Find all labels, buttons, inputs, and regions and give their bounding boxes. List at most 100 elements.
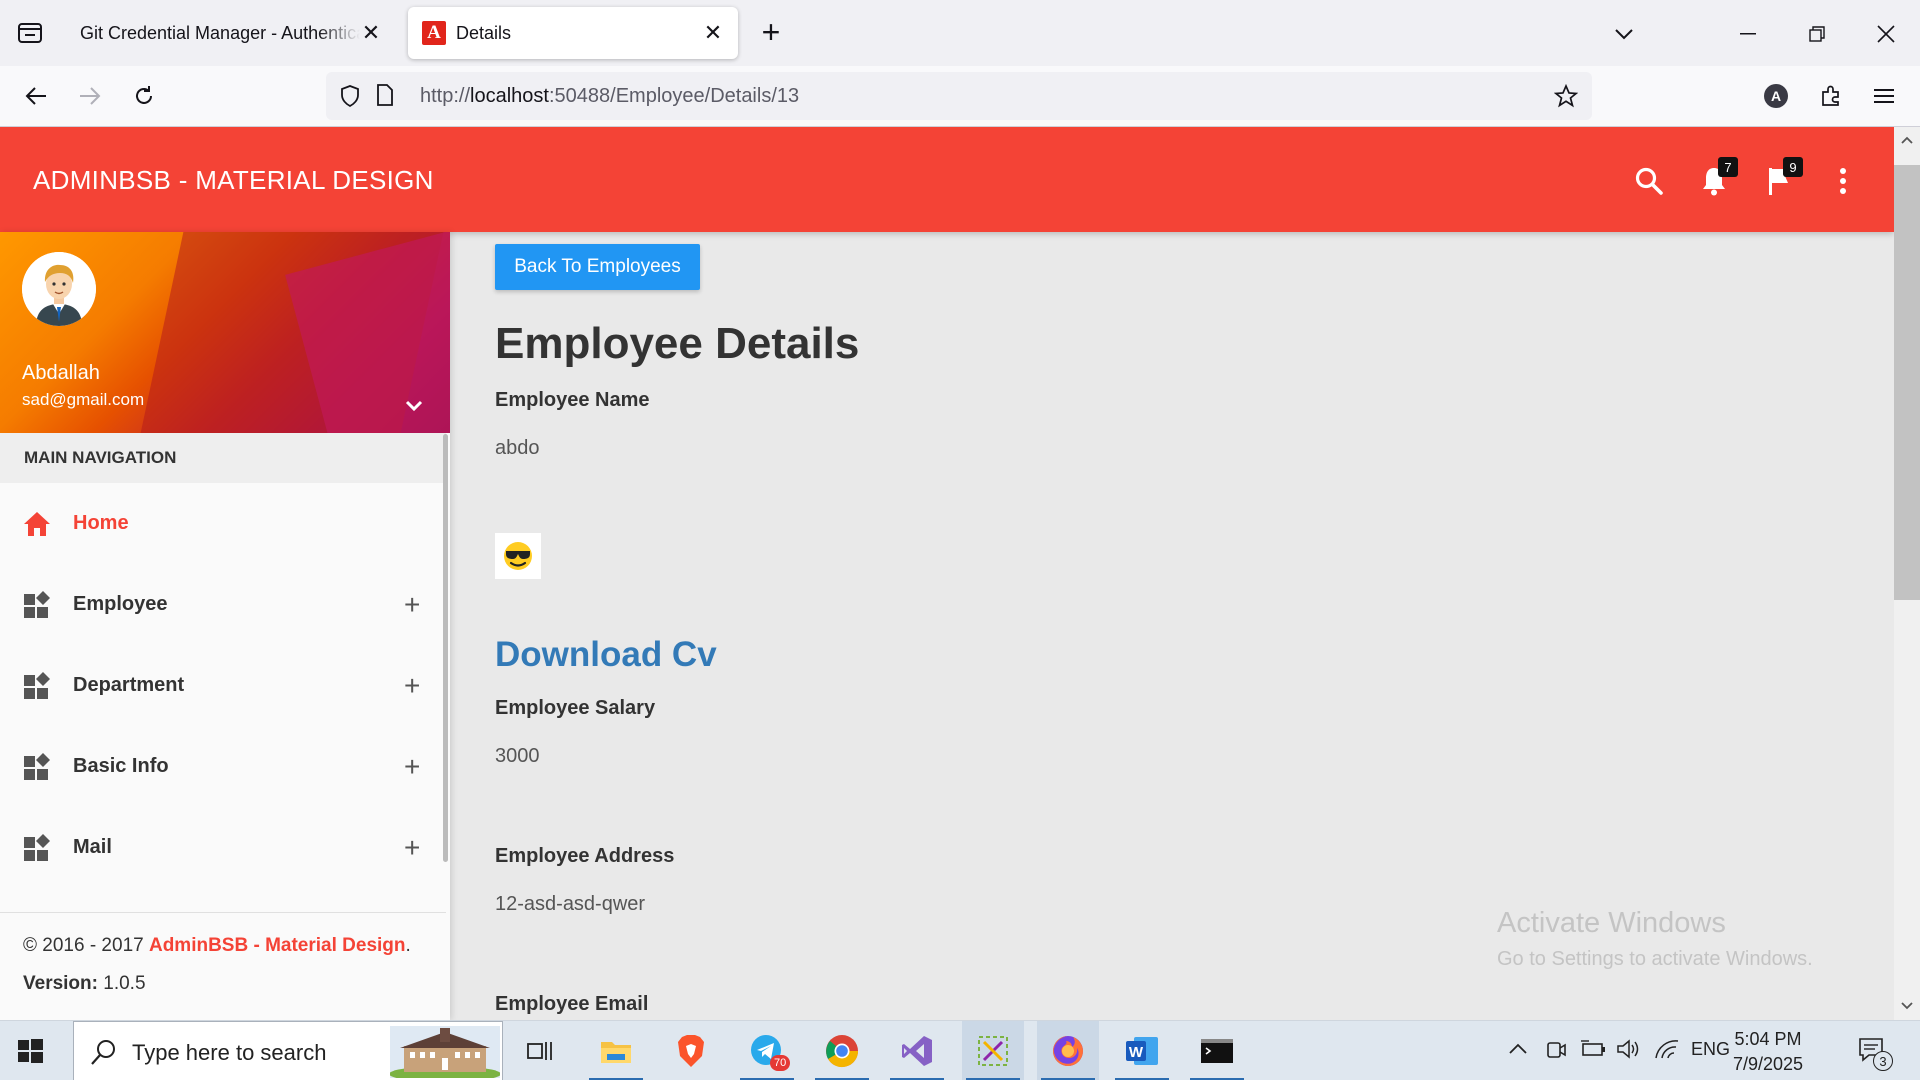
cool-face-emoji-icon [504,542,532,570]
taskbar-search-box[interactable]: Type here to search [73,1021,503,1080]
tracking-protection-shield-icon[interactable] [339,84,361,108]
terminal-icon[interactable] [1186,1021,1248,1080]
employee-salary-value: 3000 [495,745,540,767]
tasks-badge: 9 [1783,157,1803,177]
task-view-icon[interactable] [509,1021,571,1080]
close-window-button[interactable] [1866,14,1906,54]
visual-studio-icon[interactable] [886,1021,948,1080]
sidebar-item-label: Basic Info [73,755,169,777]
snipping-tool-icon[interactable] [962,1021,1024,1080]
scroll-up-icon[interactable] [1894,127,1920,153]
more-vert-icon[interactable] [1825,163,1861,199]
battery-icon[interactable] [1580,1039,1606,1064]
notifications-bell-icon[interactable]: 7 [1696,157,1738,199]
show-hidden-icons-chevron-icon[interactable] [1508,1039,1528,1060]
back-to-employees-button[interactable]: Back To Employees [495,244,700,290]
nav-header-label: MAIN NAVIGATION [24,448,177,467]
back-arrow-icon[interactable] [18,78,54,114]
user-info-panel: Abdallah sad@gmail.com [0,232,450,433]
tasks-flag-icon[interactable]: 9 [1761,157,1803,199]
clock-time: 5:04 PM [1734,1029,1802,1049]
windows-start-icon[interactable] [14,1035,46,1067]
version-label: Version: [23,973,98,994]
url-prefix: http:// [420,85,471,107]
hamburger-menu-icon[interactable] [1866,78,1902,114]
address-bar[interactable]: http://localhost:50488/Employee/Details/… [326,72,1592,120]
sidebar-item-label: Department [73,674,185,696]
tab-details[interactable]: A Details ✕ [408,7,738,59]
sidebar-item-home[interactable]: Home [0,483,446,564]
expand-plus-icon[interactable]: + [404,832,420,864]
url-host: localhost [470,85,549,107]
telegram-icon[interactable]: 70 [736,1021,798,1080]
forward-arrow-icon[interactable] [72,78,108,114]
firefox-icon[interactable] [1037,1021,1099,1080]
telegram-unread-badge: 70 [770,1055,791,1071]
sidebar-item-label: Home [73,512,129,534]
volume-icon[interactable] [1616,1039,1642,1064]
action-center-icon[interactable]: 3 [1857,1035,1893,1071]
firefox-view-icon[interactable] [12,18,48,48]
nav-header: MAIN NAVIGATION [0,433,446,483]
chrome-icon[interactable] [811,1021,873,1080]
expand-plus-icon[interactable]: + [404,670,420,702]
word-icon[interactable]: W [1111,1021,1173,1080]
sidebar-item-department[interactable]: Department + [0,645,446,726]
sidebar-scrollbar[interactable] [443,434,448,862]
search-placeholder: Type here to search [132,1040,327,1065]
scrollbar-thumb[interactable] [1894,165,1920,600]
search-highlight-image [390,1026,500,1078]
version-line: Version: 1.0.5 [23,973,446,995]
chevron-down-icon[interactable] [402,394,426,418]
search-icon[interactable] [1631,163,1667,199]
sidebar-item-employee[interactable]: Employee + [0,564,446,645]
list-all-tabs-icon[interactable] [1604,14,1644,54]
employee-name-label: Employee Name [495,389,650,411]
home-icon [24,511,50,536]
bookmark-star-icon[interactable] [1554,84,1578,108]
taskbar-clock[interactable]: 5:04 PM 7/9/2025 [1718,1027,1818,1077]
sidebar-item-mail[interactable]: Mail + [0,807,446,888]
copyright-line: © 2016 - 2017 AdminBSB - Material Design… [23,935,446,957]
wifi-icon[interactable] [1654,1039,1680,1064]
page-scrollbar[interactable] [1894,127,1920,1020]
scroll-down-icon[interactable] [1894,993,1920,1019]
sidebar-item-label: Mail [73,836,112,858]
minimize-window-button[interactable] [1728,14,1768,54]
copyright-suffix: . [405,935,411,956]
avatar[interactable] [22,252,96,326]
user-name: Abdallah [22,362,100,384]
file-explorer-icon[interactable] [585,1021,647,1080]
clock-date: 7/9/2025 [1732,1054,1804,1074]
account-avatar-icon[interactable]: A [1758,78,1794,114]
tab-git-credential-manager[interactable]: Git Credential Manager - Authentication … [66,7,396,59]
employee-photo [495,533,541,579]
close-tab-icon[interactable]: ✕ [360,20,382,45]
new-tab-button[interactable]: + [756,16,786,48]
notification-count-badge: 3 [1873,1051,1893,1071]
search-icon [91,1040,115,1065]
notifications-badge: 7 [1718,157,1738,177]
widgets-icon [24,590,50,618]
reload-icon[interactable] [126,78,162,114]
url-text[interactable]: http://localhost:50488/Employee/Details/… [420,85,799,108]
meet-now-icon[interactable] [1546,1039,1566,1066]
expand-plus-icon[interactable]: + [404,589,420,621]
left-sidebar: Abdallah sad@gmail.com MAIN NAVIGATION H… [0,232,450,1020]
adminbsb-link[interactable]: AdminBSB - Material Design [149,935,406,956]
sidebar-item-basic-info[interactable]: Basic Info + [0,726,446,807]
page-viewport: ADMINBSB - MATERIAL DESIGN 7 9 Abdallah … [0,127,1894,1020]
restore-window-button[interactable] [1797,14,1837,54]
brand-title[interactable]: ADMINBSB - MATERIAL DESIGN [33,165,434,196]
close-tab-icon[interactable]: ✕ [702,20,724,45]
tab-title: Git Credential Manager - Authentication [80,22,360,43]
expand-plus-icon[interactable]: + [404,751,420,783]
browser-tab-strip: Git Credential Manager - Authentication … [0,0,1920,66]
extensions-icon[interactable] [1813,78,1849,114]
download-cv-link[interactable]: Download Cv [495,635,717,675]
sidebar-legal: © 2016 - 2017 AdminBSB - Material Design… [0,912,446,1020]
user-email: sad@gmail.com [22,390,145,409]
tab-title: Details [456,22,512,43]
page-info-icon[interactable] [376,84,394,106]
brave-browser-icon[interactable] [660,1021,722,1080]
